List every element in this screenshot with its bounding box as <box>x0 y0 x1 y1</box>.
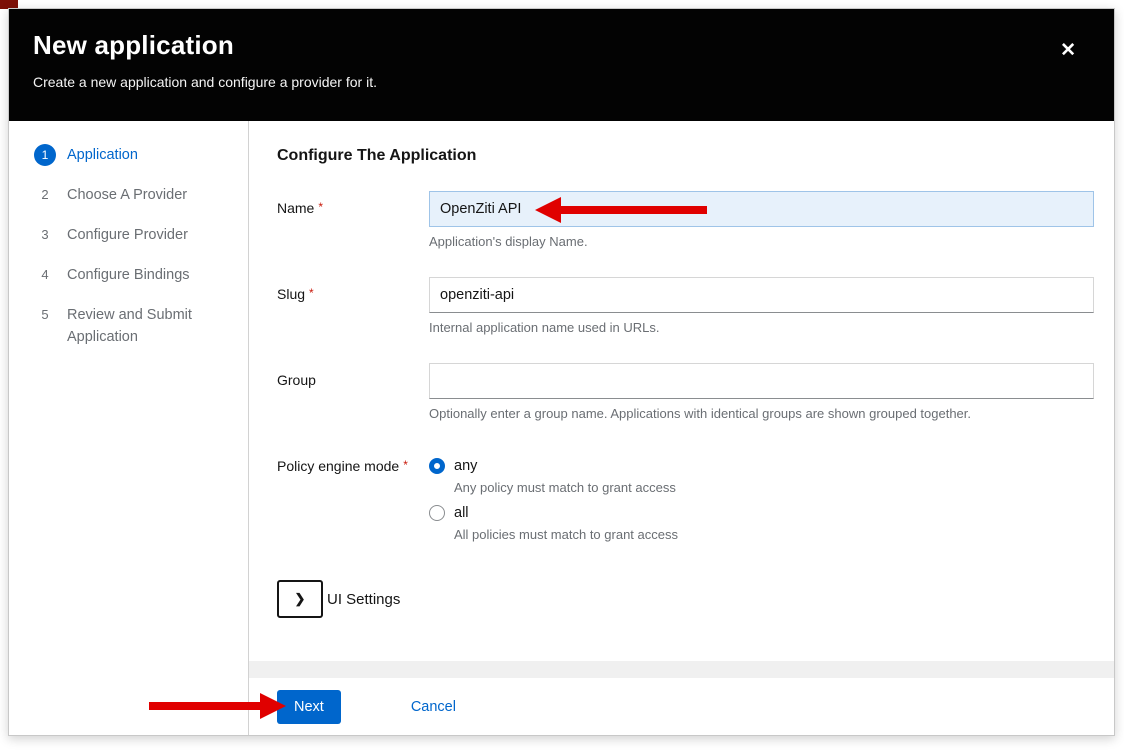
wizard-step-choose-provider[interactable]: 2 Choose A Provider <box>9 175 248 215</box>
step-number-badge: 1 <box>34 144 56 166</box>
ui-settings-expander[interactable]: ❯ UI Settings <box>277 580 1094 618</box>
expand-toggle-button[interactable]: ❯ <box>277 580 323 618</box>
group-field: Optionally enter a group name. Applicati… <box>429 363 1094 421</box>
step-number-badge: 2 <box>34 184 56 206</box>
radio-option-label: any <box>454 458 477 474</box>
modal-body: 1 Application 2 Choose A Provider 3 Conf… <box>9 121 1114 735</box>
step-label: Choose A Provider <box>67 184 187 206</box>
required-asterisk: * <box>318 200 323 214</box>
name-label: Name * <box>277 191 429 249</box>
modal-title: New application <box>33 30 1090 61</box>
slug-label: Slug * <box>277 277 429 335</box>
slug-label-text: Slug <box>277 286 305 302</box>
policy-mode-all-option[interactable]: all <box>429 505 1094 521</box>
chevron-right-icon: ❯ <box>295 591 306 607</box>
step-label: Review and Submit Application <box>67 304 238 348</box>
slug-field-row: Slug * Internal application name used in … <box>277 277 1094 335</box>
policy-mode-any-helper: Any policy must match to grant access <box>454 480 1094 495</box>
policy-engine-mode-label: Policy engine mode * <box>277 449 429 552</box>
slug-input[interactable] <box>429 277 1094 313</box>
name-label-text: Name <box>277 200 314 216</box>
ui-settings-label: UI Settings <box>327 591 400 608</box>
wizard-step-review-submit[interactable]: 5 Review and Submit Application <box>9 295 248 357</box>
required-asterisk: * <box>309 286 314 300</box>
wizard-main-panel: Configure The Application Name * Applicat… <box>249 121 1114 735</box>
slug-field: Internal application name used in URLs. <box>429 277 1094 335</box>
content-heading: Configure The Application <box>277 147 1094 165</box>
group-input[interactable] <box>429 363 1094 399</box>
step-number-badge: 3 <box>34 224 56 246</box>
wizard-footer: Next Cancel <box>249 678 1114 735</box>
modal-header: New application Create a new application… <box>9 9 1114 121</box>
name-field-row: Name * Application's display Name. <box>277 191 1094 249</box>
step-label: Configure Bindings <box>67 264 190 286</box>
close-icon: ✕ <box>1060 40 1076 61</box>
footer-separator-band <box>249 661 1114 678</box>
slug-helper-text: Internal application name used in URLs. <box>429 320 1094 335</box>
policy-mode-all-helper: All policies must match to grant access <box>454 527 1094 542</box>
radio-checked-icon <box>429 458 445 474</box>
required-asterisk: * <box>403 458 408 472</box>
wizard-step-configure-bindings[interactable]: 4 Configure Bindings <box>9 255 248 295</box>
radio-option-label: all <box>454 505 469 521</box>
radio-unchecked-icon <box>429 505 445 521</box>
policy-engine-mode-options: any Any policy must match to grant acces… <box>429 449 1094 552</box>
group-field-row: Group Optionally enter a group name. App… <box>277 363 1094 421</box>
modal-subtitle: Create a new application and configure a… <box>33 74 1090 90</box>
group-label: Group <box>277 363 429 421</box>
new-application-modal: New application Create a new application… <box>8 8 1115 736</box>
policy-mode-any-option[interactable]: any <box>429 458 1094 474</box>
step-number-badge: 5 <box>34 304 56 326</box>
step-number-badge: 4 <box>34 264 56 286</box>
cancel-link[interactable]: Cancel <box>411 699 456 715</box>
policy-engine-mode-row: Policy engine mode * any Any policy must … <box>277 449 1094 552</box>
step-label: Configure Provider <box>67 224 188 246</box>
name-helper-text: Application's display Name. <box>429 234 1094 249</box>
name-input[interactable] <box>429 191 1094 227</box>
group-helper-text: Optionally enter a group name. Applicati… <box>429 406 1094 421</box>
name-field: Application's display Name. <box>429 191 1094 249</box>
group-label-text: Group <box>277 372 316 388</box>
step-label: Application <box>67 144 138 166</box>
wizard-step-configure-provider[interactable]: 3 Configure Provider <box>9 215 248 255</box>
close-button[interactable]: ✕ <box>1056 37 1080 64</box>
wizard-step-nav: 1 Application 2 Choose A Provider 3 Conf… <box>9 121 249 735</box>
policy-engine-mode-label-text: Policy engine mode <box>277 458 399 474</box>
wizard-content: Configure The Application Name * Applicat… <box>249 121 1114 661</box>
wizard-step-application[interactable]: 1 Application <box>9 135 248 175</box>
next-button[interactable]: Next <box>277 690 341 724</box>
